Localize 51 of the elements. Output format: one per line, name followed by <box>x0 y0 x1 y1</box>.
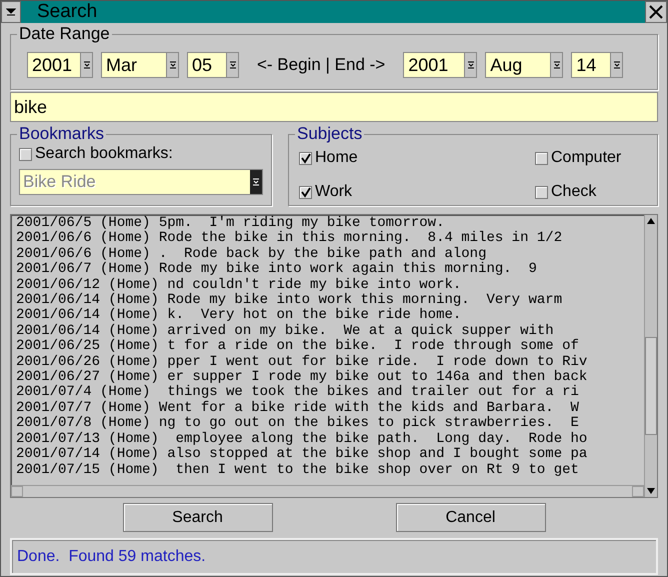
group-title: Subjects <box>295 124 364 144</box>
checkbox[interactable] <box>299 152 312 164</box>
status-bar: Done. Found 59 matches. <box>10 538 658 575</box>
spin-icon[interactable] <box>464 53 476 77</box>
horizontal-scrollbar[interactable] <box>11 485 644 497</box>
checkbox-label: Search bookmarks: <box>35 145 173 163</box>
date-dropdown[interactable]: 05 <box>187 52 239 78</box>
spin-icon[interactable] <box>550 53 562 77</box>
result-row[interactable]: 2001/06/5 (Home) 5pm. I'm riding my bike tomorrow. <box>16 216 644 232</box>
result-row[interactable]: 2001/06/27 (Home) er supper I rode my bike out to 146a and then back <box>16 370 644 386</box>
checkbox[interactable] <box>299 186 312 198</box>
range-label: <- Begin | End -> <box>257 54 386 76</box>
checkbox-label: Home <box>315 149 358 167</box>
search-field[interactable]: bike <box>10 92 658 122</box>
date-dropdown[interactable]: 14 <box>571 52 624 78</box>
close-icon[interactable] <box>645 1 667 23</box>
search-button[interactable]: Search <box>122 503 272 532</box>
spin-icon[interactable] <box>226 53 238 77</box>
result-row[interactable]: 2001/07/13 (Home) employee along the bike path. Long day. Rode ho <box>16 432 644 448</box>
spin-icon[interactable] <box>610 53 622 77</box>
menu-icon[interactable] <box>1 1 21 23</box>
result-row[interactable]: 2001/06/7 (Home) Rode my bike into work again this morning. 9 <box>16 262 644 278</box>
result-row[interactable]: 2001/06/6 (Home) Rode the bike in this morning. 8.4 miles in 1/2 <box>16 231 644 247</box>
result-row[interactable]: 2001/06/12 (Home) nd couldn't ride my bike into work. <box>16 278 644 294</box>
window-title: Search <box>36 1 98 23</box>
vertical-scrollbar[interactable] <box>644 215 657 497</box>
spin-icon[interactable] <box>80 53 92 77</box>
result-row[interactable]: 2001/06/14 (Home) k. Very hot on the bike ride home. <box>16 308 644 324</box>
result-row[interactable]: 2001/07/8 (Home) ng to go out on the bikes to pick strawberries. E <box>16 416 644 432</box>
result-row[interactable]: 2001/06/14 (Home) Rode my bike into work this morning. Very warm <box>16 293 644 308</box>
checkbox-label: Computer <box>551 149 622 167</box>
result-row[interactable]: 2001/06/14 (Home) arrived on my bike. We at a quick supper with <box>16 324 644 340</box>
checkbox[interactable] <box>19 148 32 160</box>
result-row[interactable]: 2001/07/7 (Home) Went for a bike ride with the kids and Barbara. W <box>16 400 644 416</box>
cancel-button[interactable]: Cancel <box>396 503 546 532</box>
result-row[interactable]: 2001/06/6 (Home) . Rode back by the bike path and along <box>16 246 644 262</box>
date-dropdown[interactable]: Mar <box>101 52 179 78</box>
result-row[interactable]: 2001/07/4 (Home) things we took the bikes and trailer out for a ri <box>16 385 644 401</box>
date-dropdown[interactable]: 2001 <box>27 52 93 78</box>
checkbox[interactable] <box>535 186 548 198</box>
checkbox-label: Work <box>315 183 352 201</box>
date-dropdown[interactable]: 2001 <box>403 52 478 78</box>
date-dropdown[interactable]: Aug <box>485 52 564 78</box>
group-title: Date Range <box>17 24 112 44</box>
spin-icon[interactable] <box>166 53 178 77</box>
result-row[interactable]: 2001/06/25 (Home) t for a ride on the bike. I rode through some of <box>16 339 644 355</box>
result-row[interactable]: 2001/07/14 (Home) also stopped at the bike shop and I bought some pa <box>16 447 644 462</box>
result-row[interactable]: 2001/07/15 (Home) then I went to the bike shop over on Rt 9 to get <box>16 462 644 478</box>
checkbox-label: Check <box>551 183 596 201</box>
result-row[interactable]: 2001/06/26 (Home) pper I went out for bike ride. I rode down to Riv <box>16 354 644 370</box>
checkbox[interactable] <box>535 152 548 164</box>
